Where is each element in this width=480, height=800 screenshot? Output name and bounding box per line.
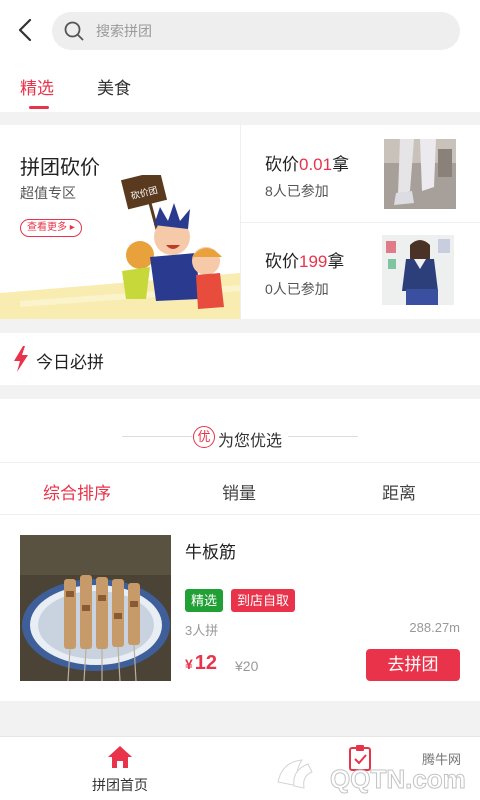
tag-featured: 精选 — [185, 589, 224, 612]
view-more-button[interactable]: 查看更多 ▸ — [20, 219, 82, 237]
deal-price: 0.01 — [299, 155, 333, 174]
today-must-buy-section[interactable]: 今日必拼 — [0, 333, 480, 385]
product-name: 牛板筋 — [185, 543, 236, 562]
deal-title: 砍价0.01拿 — [265, 150, 349, 175]
currency-symbol: ¥ — [185, 656, 193, 672]
deal-joined-count: 0人已参加 — [265, 281, 329, 297]
deal-card-1[interactable]: 砍价0.01拿 8人已参加 — [241, 125, 480, 222]
search-bar[interactable] — [52, 12, 460, 50]
category-tabs: 精选 美食 — [0, 60, 480, 112]
promo-title: 拼团砍价 — [20, 157, 100, 179]
section-title: 今日必拼 — [36, 353, 104, 372]
view-more-label: 查看更多 — [27, 222, 67, 233]
group-count: 3人拼 — [185, 623, 219, 638]
join-group-button[interactable]: 去拼团 — [366, 649, 460, 681]
search-input[interactable] — [96, 12, 436, 50]
sort-bar: 综合排序 销量 距离 — [0, 463, 480, 515]
original-price: ¥20 — [235, 658, 259, 674]
deal-prefix: 砍价 — [265, 155, 299, 174]
watermark-logo: 腾牛网 QQTN.com — [277, 752, 466, 795]
current-price: ¥12 — [185, 652, 217, 675]
nav-home[interactable]: 拼团首页 — [80, 737, 160, 800]
search-icon — [64, 21, 84, 41]
tag-pickup: 到店自取 — [231, 589, 296, 612]
recommend-badge: 优 — [193, 426, 215, 448]
sort-sales[interactable]: 销量 — [222, 479, 256, 504]
tab-food[interactable]: 美食 — [97, 74, 131, 99]
recommend-header: 优 为您优选 — [0, 399, 480, 463]
active-tab-indicator — [29, 106, 49, 109]
divider — [288, 436, 358, 437]
bargain-promo: 砍价团 拼团砍价 超值专区 查看更多 ▸ 砍价0.01拿 8人已参加 砍价199… — [0, 125, 480, 319]
price-value: 12 — [194, 652, 218, 674]
distance: 288.27m — [409, 620, 460, 635]
divider — [122, 436, 192, 437]
tab-featured[interactable]: 精选 — [20, 74, 54, 99]
deal-suffix: 拿 — [327, 252, 345, 271]
sort-distance[interactable]: 距离 — [382, 479, 416, 504]
deal-thumbnail-sweater — [382, 235, 454, 305]
sort-comprehensive[interactable]: 综合排序 — [43, 479, 111, 504]
recommend-section: 优 为您优选 综合排序 销量 距离 牛板筋 精选 到店自取 3人拼 288.27… — [0, 399, 480, 701]
bargain-zone-card[interactable]: 砍价团 拼团砍价 超值专区 查看更多 ▸ — [0, 125, 240, 319]
deal-title: 砍价199拿 — [265, 247, 344, 272]
deal-price: 199 — [299, 252, 328, 271]
deal-card-2[interactable]: 砍价199拿 0人已参加 — [241, 223, 480, 320]
back-arrow-icon[interactable] — [14, 18, 38, 42]
watermark-site: QQTN.com — [330, 764, 466, 794]
deal-thumbnail-stockings — [384, 139, 456, 209]
deal-prefix: 砍价 — [265, 252, 299, 271]
product-image — [20, 535, 171, 681]
product-card[interactable]: 牛板筋 精选 到店自取 3人拼 288.27m ¥12 ¥20 去拼团 — [0, 516, 480, 701]
promo-subtitle: 超值专区 — [20, 185, 76, 201]
top-bar — [0, 0, 480, 60]
deal-joined-count: 8人已参加 — [265, 183, 329, 199]
lightning-icon — [14, 346, 28, 372]
home-icon — [108, 746, 132, 768]
nav-home-label: 拼团首页 — [92, 777, 148, 793]
recommend-title: 为您优选 — [218, 433, 283, 450]
deal-suffix: 拿 — [332, 155, 350, 174]
